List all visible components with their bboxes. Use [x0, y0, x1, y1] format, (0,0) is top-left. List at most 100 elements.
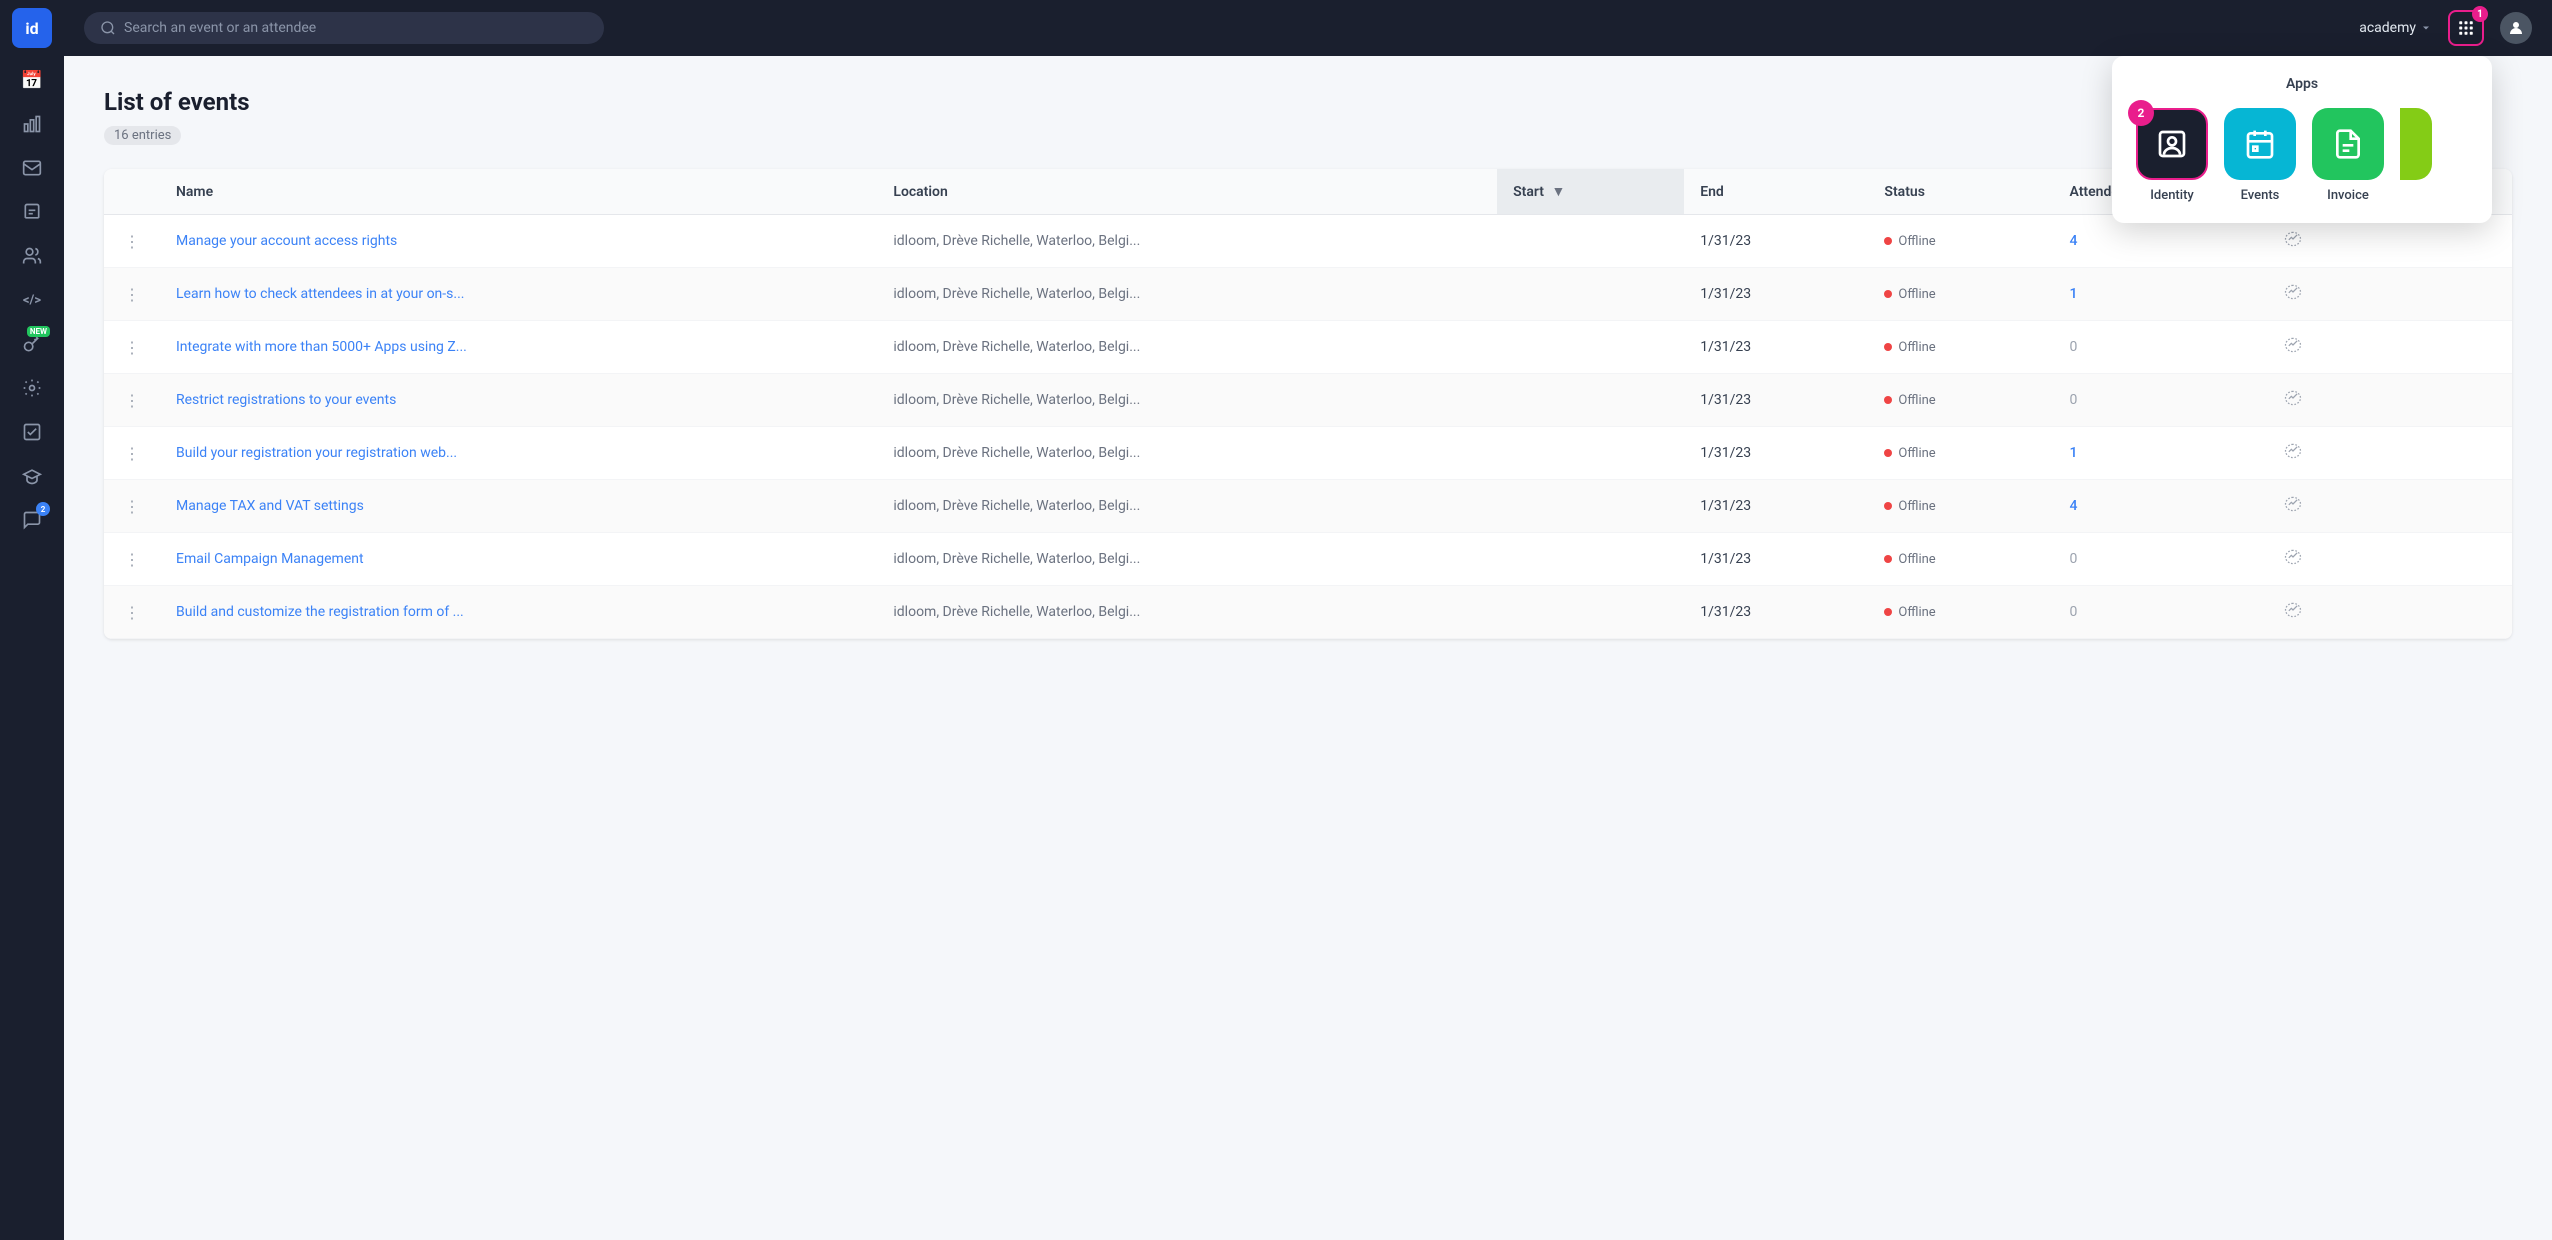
location-text: idloom, Drève Richelle, Waterloo, Belgi.…: [893, 445, 1140, 461]
location-cell: idloom, Drève Richelle, Waterloo, Belgi.…: [877, 374, 1497, 427]
sidebar-item-chart[interactable]: [12, 104, 52, 144]
row-menu-icon[interactable]: ⋮: [120, 599, 144, 626]
user-avatar[interactable]: [2500, 12, 2532, 44]
sidebar-item-book[interactable]: [12, 192, 52, 232]
event-name-link[interactable]: Build and customize the registration for…: [176, 604, 464, 620]
end-cell: 1/31/23: [1684, 480, 1868, 533]
status-badge: Offline: [1884, 234, 1935, 249]
row-menu-cell: ⋮: [104, 480, 160, 533]
notification-badge: 1: [2472, 6, 2488, 22]
status-dot: [1884, 290, 1892, 298]
event-name-link[interactable]: Integrate with more than 5000+ Apps usin…: [176, 339, 467, 355]
status-dot: [1884, 555, 1892, 563]
more-details-cell: [2267, 586, 2512, 639]
event-name-link[interactable]: Manage TAX and VAT settings: [176, 498, 364, 514]
event-name-link[interactable]: Build your registration your registratio…: [176, 445, 457, 461]
chevron-down-icon: [2420, 22, 2432, 34]
app-item-identity[interactable]: 2 Identity: [2136, 108, 2208, 203]
more-details-cell: [2267, 268, 2512, 321]
status-badge: Offline: [1884, 287, 1935, 302]
location-cell: idloom, Drève Richelle, Waterloo, Belgi.…: [877, 427, 1497, 480]
more-details-cell: [2267, 480, 2512, 533]
status-badge: Offline: [1884, 605, 1935, 620]
sidebar-item-code[interactable]: </>: [12, 280, 52, 320]
more-details-icon[interactable]: [2283, 393, 2303, 412]
more-details-icon[interactable]: [2283, 446, 2303, 465]
content: List of events 16 entries Name Location …: [64, 56, 2552, 1240]
table-row: ⋮ Build and customize the registration f…: [104, 586, 2512, 639]
events-icon: [2224, 108, 2296, 180]
location-cell: idloom, Drève Richelle, Waterloo, Belgi.…: [877, 268, 1497, 321]
sidebar-item-chat[interactable]: 2: [12, 500, 52, 540]
sidebar-item-calendar[interactable]: 📅: [12, 60, 52, 100]
identity-label: Identity: [2150, 188, 2194, 203]
attendees-cell: 0: [2053, 533, 2267, 586]
event-name-link[interactable]: Learn how to check attendees in at your …: [176, 286, 464, 302]
more-details-icon[interactable]: [2283, 605, 2303, 624]
table-row: ⋮ Manage TAX and VAT settings idloom, Dr…: [104, 480, 2512, 533]
row-menu-cell: ⋮: [104, 215, 160, 268]
search-bar[interactable]: Search an event or an attendee: [84, 12, 604, 44]
more-details-icon[interactable]: [2283, 287, 2303, 306]
sidebar-item-checklist[interactable]: [12, 412, 52, 452]
location-cell: idloom, Drève Richelle, Waterloo, Belgi.…: [877, 533, 1497, 586]
start-cell: [1497, 215, 1684, 268]
more-details-icon[interactable]: [2283, 499, 2303, 518]
academy-label[interactable]: academy: [2359, 20, 2432, 36]
sidebar-item-users[interactable]: [12, 236, 52, 276]
new-badge: NEW: [27, 326, 50, 337]
status-badge: Offline: [1884, 393, 1935, 408]
col-status: Status: [1868, 169, 2053, 215]
event-name-link[interactable]: Restrict registrations to your events: [176, 392, 396, 408]
app-item-partial[interactable]: [2400, 108, 2432, 203]
app-item-events[interactable]: Events: [2224, 108, 2296, 203]
row-menu-icon[interactable]: ⋮: [120, 493, 144, 520]
location-cell: idloom, Drève Richelle, Waterloo, Belgi.…: [877, 586, 1497, 639]
location-text: idloom, Drève Richelle, Waterloo, Belgi.…: [893, 286, 1140, 302]
more-details-icon[interactable]: [2283, 552, 2303, 571]
col-name: Name: [160, 169, 877, 215]
sidebar-item-graduation[interactable]: [12, 456, 52, 496]
sidebar-item-key[interactable]: NEW: [12, 324, 52, 364]
apps-grid-button[interactable]: 1: [2448, 10, 2484, 46]
event-name-cell: Integrate with more than 5000+ Apps usin…: [160, 321, 877, 374]
location-cell: idloom, Drève Richelle, Waterloo, Belgi.…: [877, 215, 1497, 268]
start-cell: [1497, 268, 1684, 321]
end-cell: 1/31/23: [1684, 374, 1868, 427]
sidebar-item-email[interactable]: [12, 148, 52, 188]
row-menu-icon[interactable]: ⋮: [120, 546, 144, 573]
event-name-cell: Restrict registrations to your events: [160, 374, 877, 427]
row-menu-icon[interactable]: ⋮: [120, 387, 144, 414]
more-details-icon[interactable]: [2283, 340, 2303, 359]
event-name-link[interactable]: Email Campaign Management: [176, 551, 364, 567]
more-details-icon[interactable]: [2283, 234, 2303, 253]
grid-icon: [2457, 19, 2475, 37]
status-dot: [1884, 502, 1892, 510]
row-menu-cell: ⋮: [104, 321, 160, 374]
status-cell: Offline: [1868, 586, 2053, 639]
event-name-link[interactable]: Manage your account access rights: [176, 233, 397, 249]
apps-dropdown: Apps 2 Identity Events: [2112, 56, 2492, 223]
status-cell: Offline: [1868, 427, 2053, 480]
app-logo[interactable]: id: [12, 8, 52, 48]
attendees-cell: 0: [2053, 321, 2267, 374]
apps-dropdown-title: Apps: [2136, 76, 2468, 92]
search-icon: [100, 20, 116, 36]
attendees-count: 4: [2069, 498, 2077, 514]
sidebar: id 📅 </> NEW 2: [0, 0, 64, 1240]
app-item-invoice[interactable]: Invoice: [2312, 108, 2384, 203]
row-menu-icon[interactable]: ⋮: [120, 281, 144, 308]
sidebar-item-settings[interactable]: [12, 368, 52, 408]
col-start[interactable]: Start ▼: [1497, 169, 1684, 215]
row-menu-icon[interactable]: ⋮: [120, 334, 144, 361]
status-cell: Offline: [1868, 268, 2053, 321]
row-menu-icon[interactable]: ⋮: [120, 228, 144, 255]
chat-badge: 2: [36, 502, 50, 516]
end-cell: 1/31/23: [1684, 533, 1868, 586]
attendees-cell: 0: [2053, 586, 2267, 639]
row-menu-cell: ⋮: [104, 374, 160, 427]
event-name-cell: Manage your account access rights: [160, 215, 877, 268]
row-menu-icon[interactable]: ⋮: [120, 440, 144, 467]
event-name-cell: Email Campaign Management: [160, 533, 877, 586]
attendees-cell: 4: [2053, 480, 2267, 533]
